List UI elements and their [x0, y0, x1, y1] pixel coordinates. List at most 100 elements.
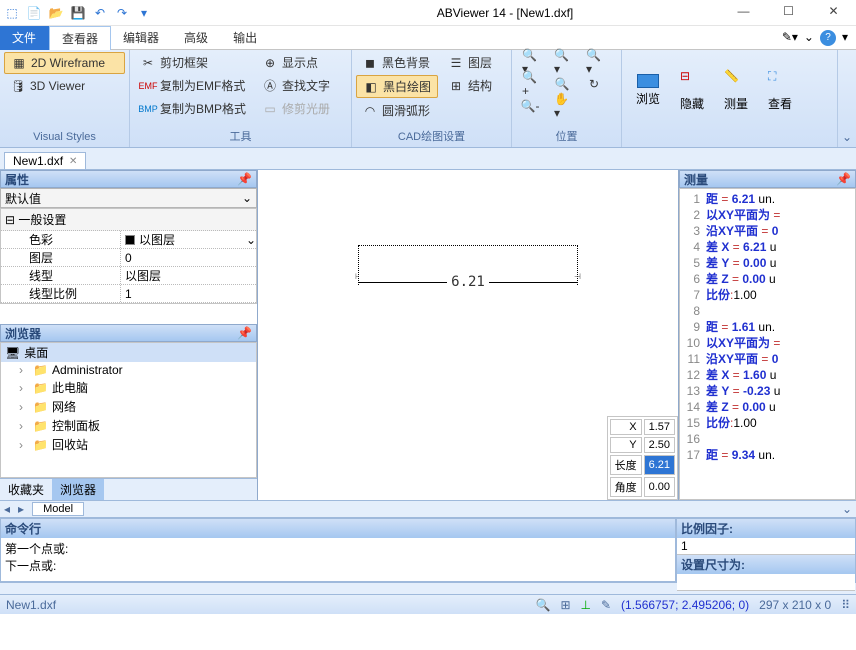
browse-button[interactable]: 浏览 [626, 52, 670, 129]
layers-button[interactable]: ☰图层 [442, 52, 498, 73]
viewer-3d-button[interactable]: 🛢3D Viewer [4, 76, 125, 96]
menu-viewer[interactable]: 查看器 [49, 26, 111, 50]
pan-button[interactable]: ✋▾ [548, 96, 576, 116]
scroll-right-icon[interactable]: ▸ [18, 502, 24, 516]
wireframe-2d-button[interactable]: ▦2D Wireframe [4, 52, 125, 74]
ortho-icon[interactable]: ⊥ [581, 598, 591, 612]
measure-line: 7比份:1.00 [682, 287, 853, 303]
tree-item[interactable]: ›📁网络 [1, 397, 256, 416]
help-icon[interactable]: ? [820, 30, 836, 46]
property-row[interactable]: 线型比例1 [1, 285, 256, 303]
properties-section[interactable]: ⊟ 一般设置 [1, 209, 256, 231]
qat-dropdown-icon[interactable]: ▾ [136, 5, 152, 21]
property-row[interactable]: 线型以图层 [1, 267, 256, 285]
command-line-panel: 命令行 第一个点或: 下一点或: [0, 518, 676, 582]
coord-length[interactable]: 6.21 [644, 455, 675, 475]
dropdown-icon[interactable]: ⌄ [842, 502, 852, 516]
zoom-in-button[interactable]: 🔍+ [516, 74, 544, 94]
show-points-button[interactable]: ⊕显示点 [256, 52, 336, 73]
redo-icon[interactable]: ↷ [114, 5, 130, 21]
tab-favorites[interactable]: 收藏夹 [0, 479, 52, 500]
scale-factor-value[interactable]: 1 [677, 538, 855, 555]
set-size-label: 设置尺寸为: [677, 555, 855, 574]
hide-button[interactable]: ⊟隐藏 [670, 52, 714, 129]
command-line-body[interactable]: 第一个点或: 下一点或: [1, 538, 675, 581]
smooth-arc-button[interactable]: ◠圆滑弧形 [356, 100, 438, 121]
close-tab-icon[interactable]: ✕ [69, 156, 77, 167]
trim-icon: ▭ [262, 101, 278, 117]
tree-icon: ⊞ [448, 78, 464, 94]
open-icon[interactable]: 📂 [48, 5, 64, 21]
fullscreen-icon: ⛶ [768, 69, 792, 93]
property-row[interactable]: 色彩以图层 ⌄ [1, 231, 256, 249]
zoom-fit-button[interactable]: 🔍▾ [516, 52, 544, 72]
status-dropdown-icon[interactable]: ⠿ [841, 598, 850, 612]
tree-item[interactable]: ›📁回收站 [1, 435, 256, 454]
trim-button[interactable]: ▭修剪光册 [256, 98, 336, 119]
maximize-button[interactable]: ☐ [766, 0, 811, 22]
scale-factor-label: 比例因子: [677, 519, 855, 538]
canvas[interactable]: ⊦ ⊣ 6.21 X1.57 Y2.50 长度6.21 角度0.00 [258, 170, 678, 500]
view-button[interactable]: ⛶查看 [758, 52, 802, 129]
tree-root[interactable]: 🖥桌面 [1, 343, 256, 362]
menu-output[interactable]: 输出 [221, 26, 270, 50]
chevron-down-icon: ⌄ [242, 191, 252, 205]
document-tab[interactable]: New1.dxf✕ [4, 152, 86, 169]
save-icon[interactable]: 💾 [70, 5, 86, 21]
set-size-value[interactable] [677, 574, 855, 591]
menu-advanced[interactable]: 高级 [172, 26, 221, 50]
pin-icon[interactable]: 📌 [237, 326, 252, 340]
tree-item[interactable]: ›📁Administrator [1, 362, 256, 378]
help-dropdown-icon[interactable]: ▾ [842, 30, 848, 46]
tree-item[interactable]: ›📁控制面板 [1, 416, 256, 435]
tree-item[interactable]: ›📁此电脑 [1, 378, 256, 397]
close-button[interactable]: ✕ [811, 0, 856, 22]
axis-icon[interactable]: ✎ [601, 598, 611, 612]
tab-browser[interactable]: 浏览器 [52, 479, 104, 500]
emf-icon: EMF [140, 78, 156, 94]
layers-icon: ☰ [448, 55, 464, 71]
app-icon: ⬚ [4, 5, 20, 21]
orbit-button[interactable]: ↻ [580, 74, 608, 94]
undo-icon[interactable]: ↶ [92, 5, 108, 21]
grid-icon[interactable]: ⊞ [560, 598, 570, 612]
minimize-button[interactable]: — [721, 0, 766, 22]
scale-panel: 比例因子: 1 设置尺寸为: [676, 518, 856, 582]
copy-emf-button[interactable]: EMF复制为EMF格式 [134, 75, 252, 96]
property-row[interactable]: 图层0 [1, 249, 256, 267]
chevron-down-icon[interactable]: ⌄ [804, 30, 814, 46]
group-location: 位置 [516, 129, 617, 145]
bw-draw-button[interactable]: ◧黑白绘图 [356, 75, 438, 98]
zoom-out-button[interactable]: 🔍- [516, 96, 544, 116]
zoom-prev-button[interactable]: 🔍 [548, 74, 576, 94]
rotate-button[interactable]: 🔍▾ [580, 52, 608, 72]
copy-bmp-button[interactable]: BMP复制为BMP格式 [134, 98, 252, 119]
group-cad: CAD绘图设置 [356, 129, 507, 145]
properties-selector[interactable]: 默认值⌄ [0, 188, 257, 208]
pen-icon[interactable]: ✎▾ [782, 30, 798, 46]
new-icon[interactable]: 📄 [26, 5, 42, 21]
zoom-window-button[interactable]: 🔍▾ [548, 52, 576, 72]
pin-icon[interactable]: 📌 [836, 172, 851, 186]
target-icon: ⊕ [262, 55, 278, 71]
clip-frame-button[interactable]: ✂剪切框架 [134, 52, 252, 73]
model-tab[interactable]: Model [32, 502, 84, 516]
measure-header: 测量📌 [679, 170, 856, 188]
measure-line: 17距 = 9.34 un. [682, 447, 853, 463]
pin-icon[interactable]: 📌 [237, 172, 252, 186]
scroll-left-icon[interactable]: ◂ [4, 502, 10, 516]
black-bg-button[interactable]: ◼黑色背景 [356, 52, 438, 73]
char-icon: Ⓐ [262, 78, 278, 94]
properties-header: 属性📌 [0, 170, 257, 188]
structure-button[interactable]: ⊞结构 [442, 75, 498, 96]
menu-editor[interactable]: 编辑器 [111, 26, 172, 50]
group-tools: 工具 [134, 129, 347, 145]
coord-angle: 0.00 [644, 477, 675, 497]
snap-icon[interactable]: 🔍 [536, 598, 551, 612]
measure-line: 16 [682, 431, 853, 447]
coord-y: 2.50 [644, 437, 675, 453]
ribbon-collapse-button[interactable]: ⌄ [838, 50, 856, 147]
menu-file[interactable]: 文件 [0, 26, 49, 50]
measure-button[interactable]: 📏测量 [714, 52, 758, 129]
find-text-button[interactable]: Ⓐ查找文字 [256, 75, 336, 96]
